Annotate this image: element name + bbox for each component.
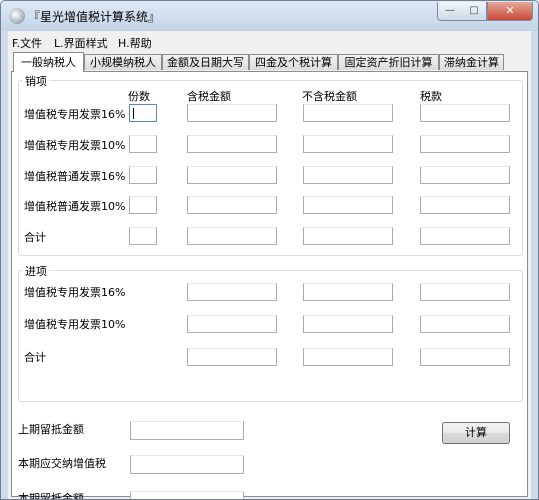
- sales-special-10-count-input[interactable]: [129, 135, 157, 153]
- purchase-total-without-tax-input[interactable]: [303, 348, 393, 366]
- sales-general-16-with-tax-input[interactable]: [187, 166, 277, 184]
- header-count: 份数: [128, 90, 150, 103]
- sales-general-16-tax-input[interactable]: [420, 166, 510, 184]
- prev-credit-label: 上期留抵金额: [18, 423, 84, 436]
- purchase-row-label: 增值税专用发票16%: [24, 286, 126, 299]
- minimize-button[interactable]: —: [437, 2, 463, 21]
- purchase-row-label: 增值税专用发票10%: [24, 318, 126, 331]
- app-window: 『星光增值税计算系统』 — □ ✕ F.文件 L.界面样式 H.帮助 一般纳税人…: [0, 0, 539, 500]
- sales-row-label: 增值税专用发票16%: [24, 108, 126, 121]
- current-vat-due-input[interactable]: [130, 455, 244, 474]
- sales-general-10-count-input[interactable]: [129, 196, 157, 214]
- tab-general-taxpayer[interactable]: 一般纳税人: [13, 52, 84, 72]
- text-caret: [133, 108, 134, 119]
- purchase-special-16-with-tax-input[interactable]: [187, 283, 277, 301]
- prev-credit-input[interactable]: [130, 421, 244, 440]
- purchase-special-16-without-tax-input[interactable]: [303, 283, 393, 301]
- sales-special-16-with-tax-input[interactable]: [187, 104, 277, 122]
- purchase-total-with-tax-input[interactable]: [187, 348, 277, 366]
- title-bar: 『星光增值税计算系统』 — □ ✕: [1, 1, 538, 31]
- menu-bar: F.文件 L.界面样式 H.帮助: [8, 31, 531, 51]
- sales-general-16-count-input[interactable]: [129, 166, 157, 184]
- maximize-button[interactable]: □: [462, 2, 487, 21]
- app-icon: [9, 8, 25, 24]
- sales-group: 销项 份数 含税金额 不含税金额 税款 增值税专用发票16% 增值税专用发票10…: [18, 73, 523, 256]
- current-credit-label: 本期留抵金额: [18, 492, 84, 500]
- sales-row-label: 增值税专用发票10%: [24, 139, 126, 152]
- tab-small-scale-taxpayer[interactable]: 小规模纳税人: [84, 54, 162, 70]
- purchase-total-label: 合计: [24, 351, 46, 364]
- sales-special-16-without-tax-input[interactable]: [303, 104, 393, 122]
- sales-general-16-without-tax-input[interactable]: [303, 166, 393, 184]
- close-button[interactable]: ✕: [487, 2, 533, 21]
- sales-special-16-count-input[interactable]: [129, 104, 157, 122]
- sales-group-title: 销项: [23, 73, 49, 89]
- menu-help[interactable]: H.帮助: [118, 35, 152, 51]
- current-credit-input[interactable]: [130, 491, 244, 499]
- sales-total-label: 合计: [24, 231, 46, 244]
- sales-total-with-tax-input[interactable]: [187, 227, 277, 245]
- header-without-tax: 不含税金额: [302, 90, 357, 103]
- calculate-button[interactable]: 计算: [442, 422, 510, 444]
- purchase-special-10-tax-input[interactable]: [420, 315, 510, 333]
- purchase-group: 进项 增值税专用发票16% 增值税专用发票10% 合计: [18, 263, 523, 402]
- purchase-special-16-tax-input[interactable]: [420, 283, 510, 301]
- sales-general-10-with-tax-input[interactable]: [187, 196, 277, 214]
- tab-four-funds-tax[interactable]: 四金及个税计算: [249, 54, 338, 70]
- client-area: F.文件 L.界面样式 H.帮助 一般纳税人 小规模纳税人 金额及日期大写 四金…: [8, 31, 531, 499]
- menu-interface-style[interactable]: L.界面样式: [54, 35, 108, 51]
- tab-amount-date-uppercase[interactable]: 金额及日期大写: [162, 54, 249, 70]
- purchase-total-tax-input[interactable]: [420, 348, 510, 366]
- header-tax: 税款: [420, 90, 442, 103]
- tab-fixed-asset-depreciation[interactable]: 固定资产折旧计算: [338, 54, 439, 70]
- purchase-group-title: 进项: [23, 263, 49, 279]
- sales-special-10-with-tax-input[interactable]: [187, 135, 277, 153]
- menu-file[interactable]: F.文件: [12, 35, 42, 51]
- sales-total-count-input[interactable]: [129, 227, 157, 245]
- sales-total-tax-input[interactable]: [420, 227, 510, 245]
- tab-late-fee[interactable]: 滞纳金计算: [439, 54, 504, 70]
- window-title: 『星光增值税计算系统』: [28, 10, 161, 24]
- sales-row-label: 增值税普通发票16%: [24, 170, 126, 183]
- sales-general-10-tax-input[interactable]: [420, 196, 510, 214]
- purchase-special-10-with-tax-input[interactable]: [187, 315, 277, 333]
- general-taxpayer-panel: 销项 份数 含税金额 不含税金额 税款 增值税专用发票16% 增值税专用发票10…: [11, 71, 528, 500]
- header-with-tax: 含税金额: [187, 90, 231, 103]
- sales-special-10-without-tax-input[interactable]: [303, 135, 393, 153]
- sales-row-label: 增值税普通发票10%: [24, 200, 126, 213]
- sales-special-16-tax-input[interactable]: [420, 104, 510, 122]
- current-vat-due-label: 本期应交纳增值税: [18, 457, 106, 470]
- purchase-special-10-without-tax-input[interactable]: [303, 315, 393, 333]
- sales-general-10-without-tax-input[interactable]: [303, 196, 393, 214]
- sales-total-without-tax-input[interactable]: [303, 227, 393, 245]
- sales-special-10-tax-input[interactable]: [420, 135, 510, 153]
